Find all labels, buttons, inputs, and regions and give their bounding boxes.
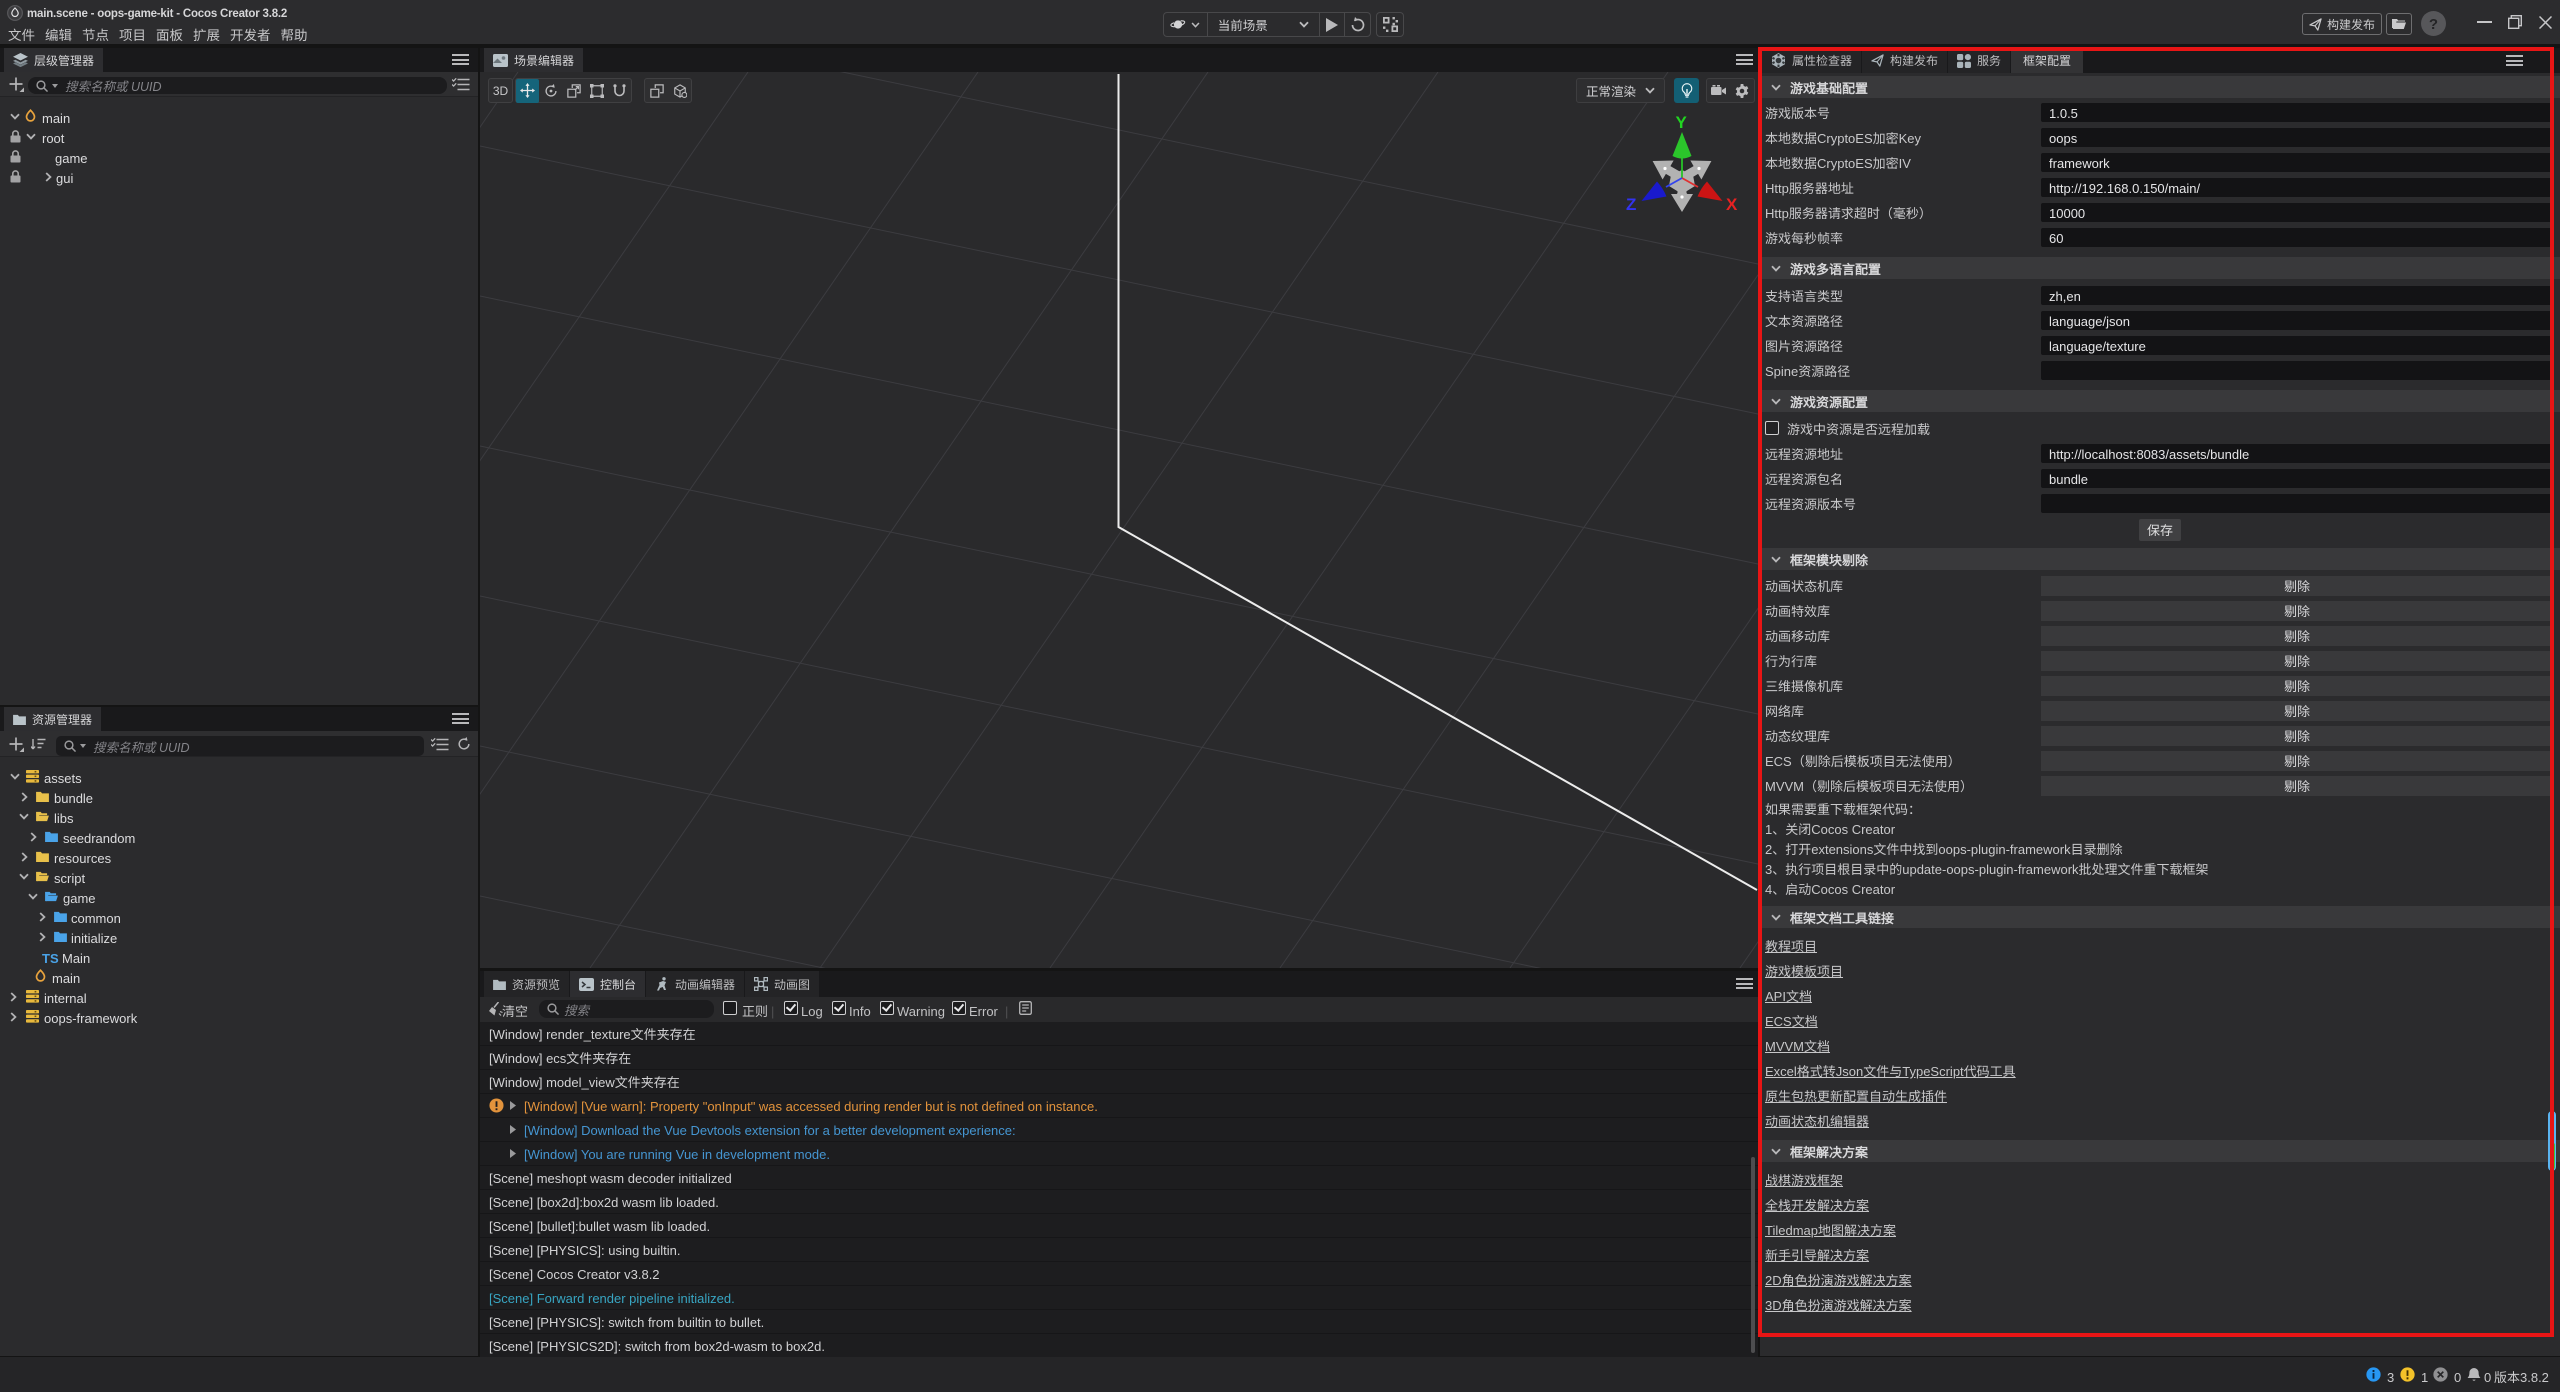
svg-text:Y: Y <box>1676 108 1688 133</box>
svg-text:X: X <box>1726 190 1738 215</box>
svg-text:Z: Z <box>1626 190 1636 215</box>
